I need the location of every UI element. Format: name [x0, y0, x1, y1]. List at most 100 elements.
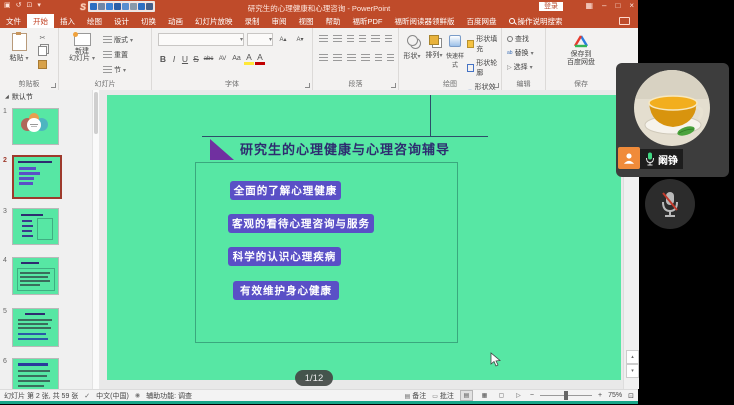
tab-draw[interactable]: 绘图 [81, 14, 108, 28]
bullets-icon[interactable] [319, 35, 328, 43]
addin-icon[interactable] [90, 3, 97, 10]
restore-icon[interactable]: □ [615, 1, 620, 10]
align-center-icon[interactable] [333, 54, 342, 62]
tell-me-search[interactable]: 操作说明搜索 [509, 14, 563, 28]
view-reading-button[interactable]: ▢ [496, 391, 507, 400]
grow-font-button[interactable]: A▴ [276, 36, 290, 43]
comments-button[interactable]: ▭ 批注 [432, 391, 454, 401]
fit-to-window-icon[interactable]: ⊡ [628, 392, 634, 400]
tab-baidu-netdisk[interactable]: 百度网盘 [461, 14, 503, 28]
tab-file[interactable]: 文件 [0, 14, 27, 28]
arrange-button[interactable]: 排列▾ [424, 35, 444, 60]
replace-button[interactable]: ab替换▾ [507, 48, 534, 58]
qat-dropdown-icon[interactable]: ▾ [37, 1, 41, 9]
bullet-pill-3[interactable]: 科学的认识心理疾病 [228, 247, 341, 266]
muted-participant-tile[interactable] [645, 179, 695, 229]
tab-review[interactable]: 审阅 [266, 14, 293, 28]
slide-title[interactable]: 研究生的心理健康与心理咨询辅导 [240, 139, 450, 158]
save-icon[interactable]: ▣ [4, 1, 11, 9]
zoom-slider[interactable] [540, 395, 592, 396]
cut-icon[interactable]: ✂ [40, 34, 46, 42]
numbering-icon[interactable] [333, 35, 342, 43]
language-indicator[interactable]: 中文(中国) [96, 391, 129, 401]
previous-slide-button[interactable]: ▴ [626, 350, 639, 364]
slideshow-icon[interactable]: ⊡ [27, 1, 33, 9]
zoom-out-button[interactable]: − [530, 392, 534, 399]
tab-foxit-pdf[interactable]: 福昕PDF [347, 14, 389, 28]
justify-icon[interactable] [361, 54, 370, 62]
line-spacing-icon[interactable] [371, 35, 380, 43]
paste-button[interactable]: 粘贴 ▾ [6, 33, 32, 63]
zoom-slider-knob[interactable] [564, 391, 568, 400]
character-spacing-button[interactable]: AV [216, 56, 229, 62]
increase-indent-icon[interactable] [359, 35, 366, 43]
slide-thumbnail-3[interactable] [12, 208, 59, 245]
comment-icon[interactable] [619, 17, 630, 25]
accessibility-status[interactable]: 辅助功能: 调查 [146, 391, 192, 401]
tab-animations[interactable]: 动画 [162, 14, 189, 28]
save-to-baidu-button[interactable]: 保存到百度网盘 [560, 34, 602, 66]
minimize-icon[interactable]: – [602, 1, 606, 10]
zoom-percentage[interactable]: 75% [608, 392, 622, 399]
slide-thumbnail-1[interactable] [12, 108, 59, 145]
reset-button[interactable]: 重置 [103, 50, 133, 60]
highlight-color-button[interactable]: A [244, 52, 254, 65]
participant-video-tile[interactable]: 阚铮 [616, 63, 729, 177]
zoom-in-button[interactable]: + [598, 392, 602, 399]
dialog-launcher-icon[interactable] [51, 83, 56, 88]
change-case-button[interactable]: Aa [230, 55, 243, 62]
align-left-icon[interactable] [319, 54, 328, 62]
font-name-combobox[interactable]: ▾ [158, 33, 244, 46]
layout-button[interactable]: 版式▾ [103, 35, 133, 45]
new-slide-button[interactable]: 新建 幻灯片 ▾ [67, 33, 97, 63]
bold-button[interactable]: B [158, 54, 168, 64]
section-button[interactable]: 节▾ [103, 65, 133, 75]
tab-home[interactable]: 开始 [27, 14, 54, 28]
addin-s-logo-icon[interactable]: S [80, 2, 86, 12]
view-slideshow-button[interactable]: ▷ [513, 391, 524, 400]
view-sorter-button[interactable]: ▦ [479, 391, 490, 400]
clear-formatting-button[interactable]: abc [202, 56, 215, 62]
dialog-launcher-icon[interactable] [494, 83, 499, 88]
dialog-launcher-icon[interactable] [391, 83, 396, 88]
slide-thumbnail-5[interactable] [12, 308, 59, 347]
ribbon-options-icon[interactable]: ▦ [585, 1, 593, 10]
columns-icon[interactable] [375, 54, 382, 62]
underline-button[interactable]: U [180, 54, 190, 64]
bullet-pill-4[interactable]: 有效维护身心健康 [233, 281, 339, 300]
find-button[interactable]: 查找 [507, 34, 534, 44]
undo-icon[interactable]: ↺ [16, 1, 22, 9]
tab-view[interactable]: 视图 [293, 14, 320, 28]
current-slide-canvas[interactable]: 研究生的心理健康与心理咨询辅导 全面的了解心理健康 客观的看待心理咨询与服务 科… [107, 95, 621, 380]
quick-styles-button[interactable]: 快速样式 [444, 35, 466, 69]
next-slide-button[interactable]: ▾ [626, 364, 639, 378]
close-icon[interactable]: × [629, 1, 634, 10]
font-color-button[interactable]: A [255, 52, 265, 65]
view-normal-button[interactable]: ▤ [460, 390, 473, 401]
decrease-indent-icon[interactable] [347, 35, 354, 43]
tab-slideshow[interactable]: 幻灯片放映 [189, 14, 239, 28]
smartart-icon[interactable] [387, 54, 394, 62]
notes-button[interactable]: ▤ 备注 [405, 391, 427, 401]
scrollbar-thumb[interactable] [94, 92, 98, 134]
copy-icon[interactable] [38, 46, 47, 56]
strikethrough-button[interactable]: S [191, 54, 201, 64]
tab-insert[interactable]: 插入 [54, 14, 81, 28]
select-button[interactable]: ▷选择▾ [507, 62, 534, 72]
tab-foxit-reader[interactable]: 福昕阅读器领鲜版 [389, 14, 461, 28]
tab-transitions[interactable]: 切换 [135, 14, 162, 28]
shapes-button[interactable]: 形状▾ [402, 35, 422, 61]
italic-button[interactable]: I [169, 54, 179, 64]
shape-fill-button[interactable]: 形状填充 [467, 34, 501, 54]
login-button[interactable]: 登录 [539, 2, 563, 11]
tab-record[interactable]: 录制 [239, 14, 266, 28]
section-header[interactable]: ◢ 默认节 [5, 92, 33, 102]
bullet-pill-1[interactable]: 全面的了解心理健康 [230, 181, 341, 200]
addin-icon[interactable] [106, 3, 113, 10]
tab-design[interactable]: 设计 [108, 14, 135, 28]
dialog-launcher-icon[interactable] [305, 83, 310, 88]
tab-help[interactable]: 帮助 [320, 14, 347, 28]
addin-icon[interactable] [98, 3, 105, 10]
shape-outline-button[interactable]: 形状轮廓 [467, 58, 501, 78]
slide-thumbnail-2-selected[interactable] [12, 155, 62, 199]
